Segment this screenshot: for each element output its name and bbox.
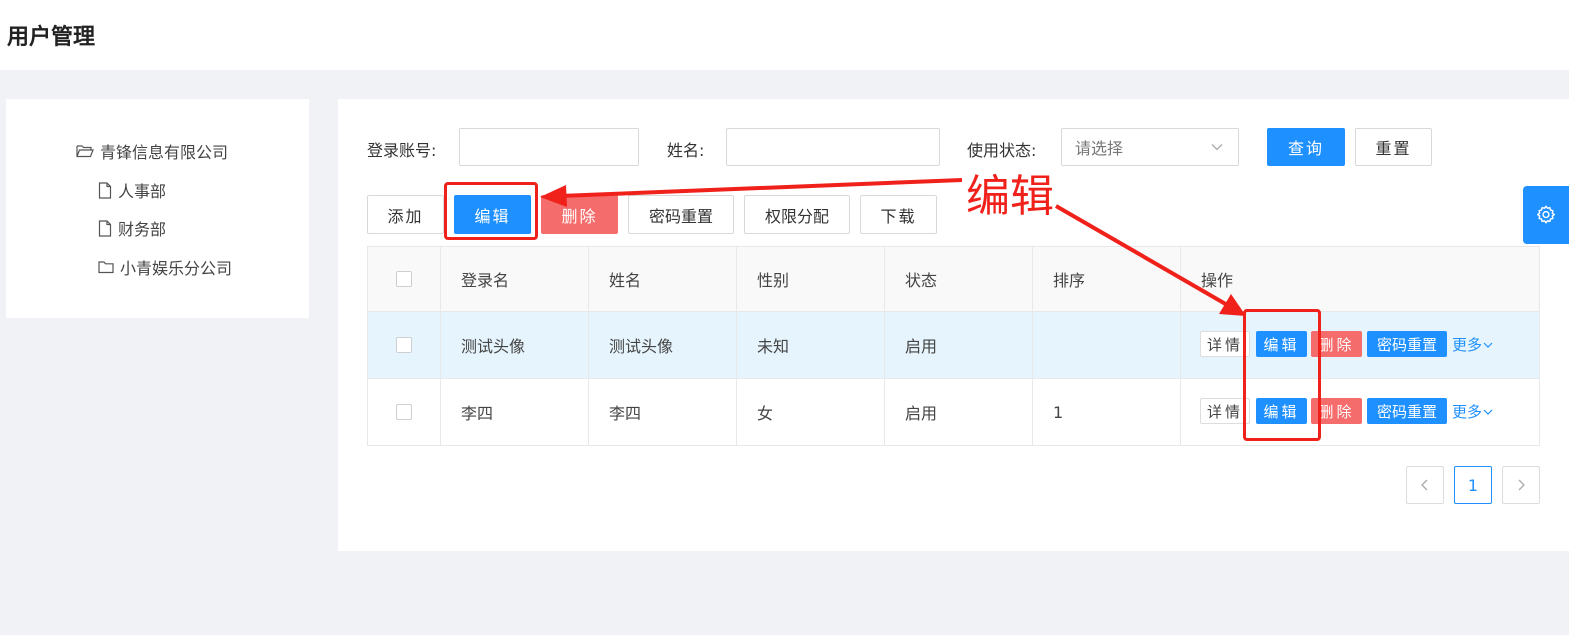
reset-button[interactable]: 重置 <box>1355 128 1432 166</box>
column-header: 操作 <box>1180 247 1539 311</box>
download-button[interactable]: 下载 <box>860 195 937 234</box>
name-label: 姓名: <box>667 141 705 160</box>
folder-open-icon <box>76 145 94 158</box>
cell-gender: 未知 <box>736 312 884 378</box>
more-label: 更多 <box>1452 403 1483 421</box>
chevron-left-icon <box>1421 479 1428 491</box>
assign-permissions-button[interactable]: 权限分配 <box>744 195 850 234</box>
more-label: 更多 <box>1452 336 1483 354</box>
chevron-down-icon <box>1211 144 1223 151</box>
file-icon <box>98 181 112 199</box>
edit-button[interactable]: 编辑 <box>454 195 531 234</box>
annotation-label: 编辑 <box>966 171 1054 222</box>
cell-login: 测试头像 <box>440 312 588 378</box>
cell-actions: 详情 编辑 删除 密码重置 更多 <box>1180 379 1539 445</box>
cell-order: 1 <box>1032 379 1180 445</box>
column-header: 排序 <box>1032 247 1180 311</box>
cell-order <box>1032 312 1180 378</box>
row-detail-button[interactable]: 详情 <box>1200 331 1250 357</box>
row-more-dropdown[interactable]: 更多 <box>1452 334 1494 355</box>
user-table: 登录名 姓名 性别 状态 排序 操作 测试头像 测试头像 未知 启用 详情 编辑… <box>367 246 1540 446</box>
tree-node-label: 青锋信息有限公司 <box>100 143 229 162</box>
cell-name: 测试头像 <box>588 312 736 378</box>
row-edit-button[interactable]: 编辑 <box>1256 331 1307 357</box>
name-input[interactable] <box>726 128 940 166</box>
row-delete-button[interactable]: 删除 <box>1311 398 1362 424</box>
cell-name: 李四 <box>588 379 736 445</box>
column-header: 登录名 <box>440 247 588 311</box>
next-page-button[interactable] <box>1502 466 1540 504</box>
row-checkbox[interactable] <box>396 337 412 353</box>
cell-gender: 女 <box>736 379 884 445</box>
column-header: 性别 <box>736 247 884 311</box>
row-reset-password-button[interactable]: 密码重置 <box>1367 331 1447 357</box>
table-row[interactable]: 李四 李四 女 启用 1 详情 编辑 删除 密码重置 更多 <box>368 379 1539 445</box>
page-title: 用户管理 <box>7 25 96 50</box>
query-button[interactable]: 查询 <box>1267 128 1345 166</box>
gear-icon <box>1537 205 1555 224</box>
add-button[interactable]: 添加 <box>367 195 444 234</box>
tree-node-hr[interactable]: 人事部 <box>98 178 166 202</box>
row-reset-password-button[interactable]: 密码重置 <box>1367 398 1447 424</box>
column-header: 状态 <box>884 247 1032 311</box>
department-tree-panel <box>6 99 309 318</box>
tree-node-label: 小青娱乐分公司 <box>120 259 233 278</box>
prev-page-button[interactable] <box>1406 466 1444 504</box>
chevron-down-icon <box>1483 409 1493 415</box>
column-header: 姓名 <box>588 247 736 311</box>
status-placeholder: 请选择 <box>1075 139 1124 158</box>
table-header: 登录名 姓名 性别 状态 排序 操作 <box>368 247 1539 312</box>
cell-login: 李四 <box>440 379 588 445</box>
row-checkbox-cell <box>368 379 440 445</box>
chevron-right-icon <box>1518 479 1525 491</box>
tree-node-branch[interactable]: 小青娱乐分公司 <box>98 255 232 279</box>
cell-status: 启用 <box>884 379 1032 445</box>
status-label: 使用状态: <box>967 141 1037 160</box>
chevron-down-icon <box>1483 342 1493 348</box>
delete-button[interactable]: 删除 <box>541 195 618 234</box>
select-all-checkbox[interactable] <box>396 271 412 287</box>
row-more-dropdown[interactable]: 更多 <box>1452 401 1494 422</box>
header-checkbox-cell <box>368 247 440 311</box>
row-edit-button[interactable]: 编辑 <box>1256 398 1307 424</box>
row-delete-button[interactable]: 删除 <box>1311 331 1362 357</box>
settings-toggle[interactable] <box>1523 186 1569 244</box>
cell-actions: 详情 编辑 删除 密码重置 更多 <box>1180 312 1539 378</box>
page-number-button[interactable]: 1 <box>1454 466 1492 504</box>
row-checkbox[interactable] <box>396 404 412 420</box>
tree-node-label: 人事部 <box>118 182 167 201</box>
file-icon <box>98 219 112 237</box>
status-select[interactable]: 请选择 <box>1061 128 1239 166</box>
reset-password-button[interactable]: 密码重置 <box>628 195 734 234</box>
top-header: 用户管理 <box>0 0 1569 70</box>
folder-icon <box>98 261 114 274</box>
tree-node-root[interactable]: 青锋信息有限公司 <box>76 139 228 163</box>
tree-node-finance[interactable]: 财务部 <box>98 216 166 240</box>
tree-node-label: 财务部 <box>118 220 167 239</box>
cell-status: 启用 <box>884 312 1032 378</box>
row-detail-button[interactable]: 详情 <box>1200 398 1250 424</box>
account-input[interactable] <box>459 128 639 166</box>
table-row[interactable]: 测试头像 测试头像 未知 启用 详情 编辑 删除 密码重置 更多 <box>368 312 1539 379</box>
account-label: 登录账号: <box>367 141 437 160</box>
row-checkbox-cell <box>368 312 440 378</box>
